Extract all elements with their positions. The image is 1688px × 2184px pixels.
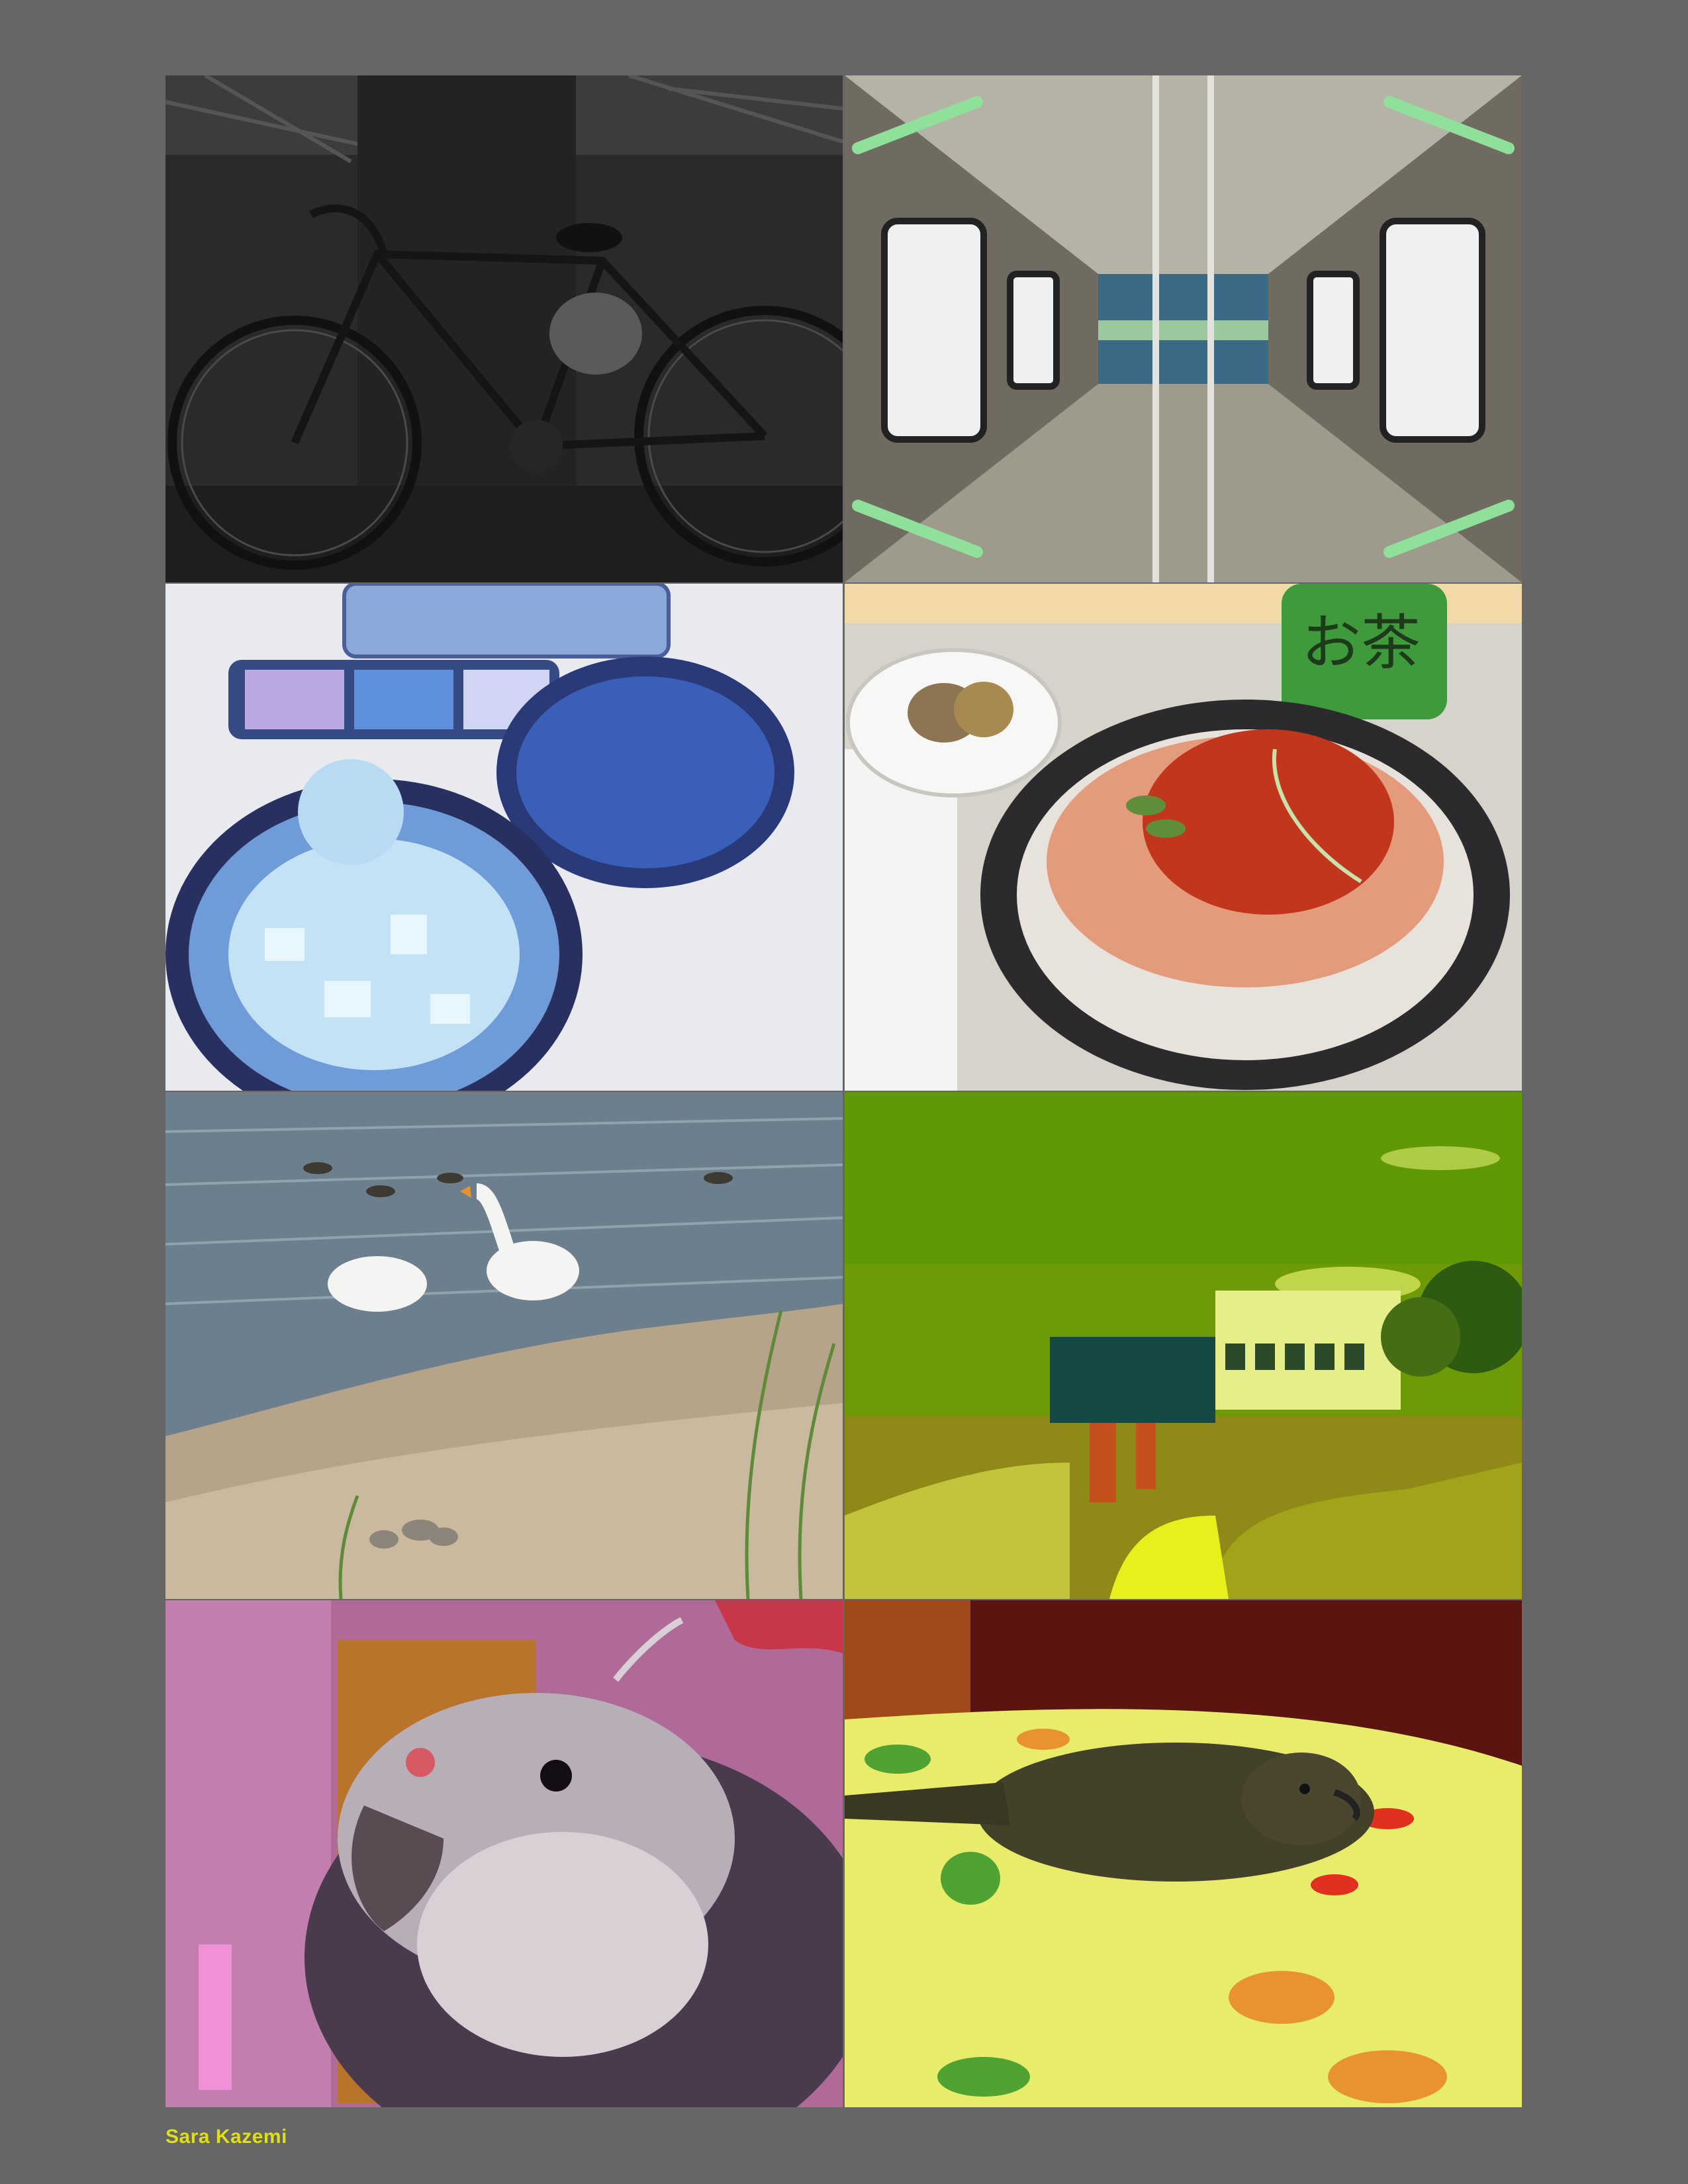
geese-lake-image	[165, 1092, 843, 1599]
photo-salmon-bowl: お茶	[845, 584, 1522, 1091]
shaved-ice-image	[165, 584, 843, 1091]
photo-geese-lake	[165, 1092, 843, 1599]
author-caption: Sara Kazemi	[165, 2126, 287, 2148]
photo-train-interior	[845, 75, 1522, 582]
cockatiel-image	[165, 1600, 843, 2107]
photo-grid: お茶	[165, 75, 1522, 2109]
photo-shaved-ice	[165, 584, 843, 1091]
salmon-bowl-image: お茶	[845, 584, 1522, 1091]
hillside-buildings-image	[845, 1092, 1522, 1599]
photo-bird-towel	[845, 1600, 1522, 2107]
bird-towel-image	[845, 1600, 1522, 2107]
train-interior-image	[845, 75, 1522, 582]
photo-bicycle	[165, 75, 843, 582]
tea-bottle-label: お茶	[1301, 608, 1421, 678]
bicycle-image	[165, 75, 843, 582]
photo-cockatiel	[165, 1600, 843, 2107]
photo-hillside-buildings	[845, 1092, 1522, 1599]
